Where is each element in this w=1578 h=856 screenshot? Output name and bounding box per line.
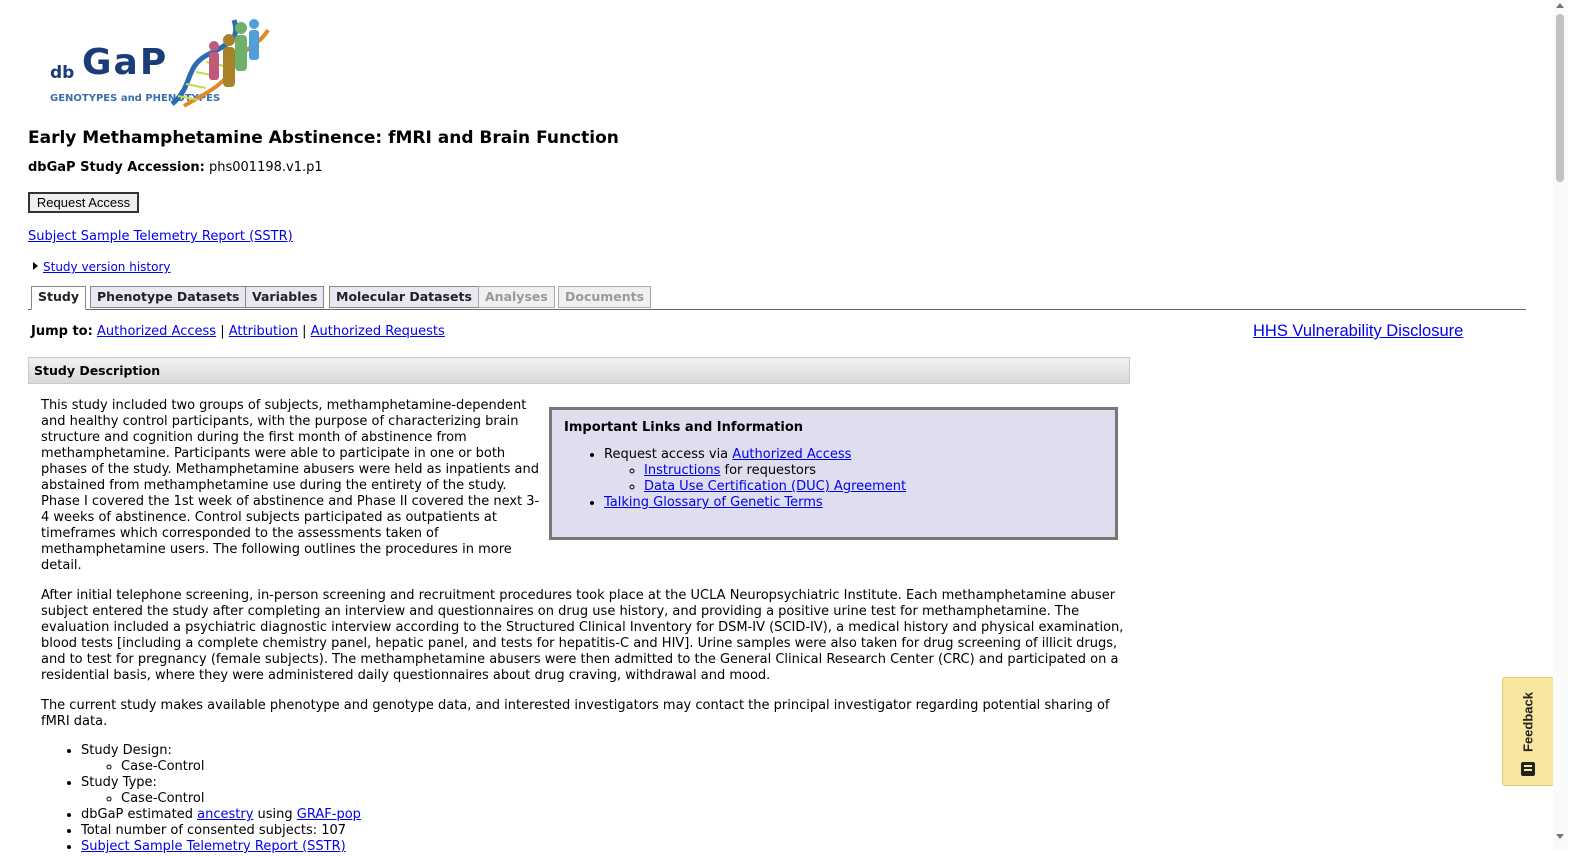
scroll-down-arrow-icon[interactable] — [1556, 834, 1564, 839]
tab-documents: Documents — [558, 286, 652, 308]
feedback-form-icon — [1521, 762, 1535, 776]
feedback-button[interactable]: Feedback — [1502, 677, 1554, 786]
authorized-access-link[interactable]: Authorized Access — [732, 447, 851, 462]
glossary-item: Talking Glossary of Genetic Terms — [604, 495, 1103, 511]
tab-molecular-datasets[interactable]: Molecular Datasets — [329, 286, 479, 308]
ancestry-mid: using — [257, 807, 293, 822]
graf-pop-link[interactable]: GRAF-pop — [297, 807, 361, 822]
logo-gap-text: GaP — [82, 42, 169, 83]
sstr-list-link[interactable]: Subject Sample Telemetry Report (SSTR) — [81, 839, 346, 854]
ancestry-link[interactable]: ancestry — [197, 807, 253, 822]
description-paragraph: After initial telephone screening, in-pe… — [41, 588, 1124, 683]
important-links-box: Important Links and Information Request … — [549, 407, 1118, 540]
jump-authorized-requests-link[interactable]: Authorized Requests — [311, 324, 445, 339]
duc-agreement-link[interactable]: Data Use Certification (DUC) Agreement — [644, 479, 906, 494]
tab-study[interactable]: Study — [31, 286, 86, 310]
instructions-item: Instructions for requestors — [644, 463, 1103, 479]
important-links-heading: Important Links and Information — [564, 420, 804, 435]
accession-value: phs001198.v1.p1 — [209, 160, 323, 175]
instructions-link[interactable]: Instructions — [644, 463, 720, 478]
jump-separator: | — [220, 324, 225, 339]
tab-phenotype-datasets[interactable]: Phenotype Datasets — [90, 286, 247, 308]
ancestry-prefix: dbGaP estimated — [81, 807, 193, 822]
study-design-item: Study Design: Case-Control — [81, 743, 1126, 775]
study-facts-list: Study Design: Case-Control Study Type: C… — [41, 743, 1126, 855]
dna-people-icon — [170, 19, 270, 108]
sstr-list-item: Subject Sample Telemetry Report (SSTR) — [81, 839, 1126, 855]
request-access-item: Request access via Authorized Access Ins… — [604, 447, 1103, 495]
vertical-scrollbar[interactable] — [1553, 0, 1568, 850]
instructions-suffix: for requestors — [724, 463, 817, 478]
scrollbar-thumb[interactable] — [1556, 14, 1564, 182]
study-accession: dbGaP Study Accession: phs001198.v1.p1 — [28, 160, 323, 175]
page-title: Early Methamphetamine Abstinence: fMRI a… — [28, 128, 619, 148]
duc-item: Data Use Certification (DUC) Agreement — [644, 479, 1103, 495]
study-type-value: Case-Control — [121, 791, 1126, 807]
jump-to-nav: Jump to: Authorized Access | Attribution… — [31, 324, 445, 339]
talking-glossary-link[interactable]: Talking Glossary of Genetic Terms — [604, 495, 823, 510]
logo-db-text: db — [50, 63, 75, 83]
study-version-history-link[interactable]: Study version history — [43, 260, 171, 274]
study-type-label: Study Type: — [81, 775, 157, 790]
study-version-history[interactable]: Study version history — [33, 260, 171, 274]
description-paragraph: This study included two groups of subjec… — [41, 398, 540, 573]
study-type-item: Study Type: Case-Control — [81, 775, 1126, 807]
request-access-prefix: Request access via — [604, 447, 729, 462]
study-tabs: Study Phenotype Datasets Variables Molec… — [28, 286, 1526, 310]
ancestry-item: dbGaP estimated ancestry using GRAF-pop — [81, 807, 1126, 823]
subjects-count: Total number of consented subjects: 107 — [81, 823, 1126, 839]
accession-label: dbGaP Study Accession: — [28, 160, 205, 175]
jump-attribution-link[interactable]: Attribution — [229, 324, 298, 339]
jump-separator: | — [302, 324, 307, 339]
study-design-label: Study Design: — [81, 743, 172, 758]
sstr-link[interactable]: Subject Sample Telemetry Report (SSTR) — [28, 229, 293, 244]
dbgap-logo[interactable]: db GaP GENOTYPES and PHENOTYPES — [48, 16, 274, 108]
request-access-button[interactable]: Request Access — [28, 192, 139, 213]
jump-to-label: Jump to: — [31, 324, 93, 339]
study-design-value: Case-Control — [121, 759, 1126, 775]
description-paragraph: The current study makes available phenot… — [41, 698, 1110, 729]
scroll-up-arrow-icon[interactable] — [1556, 3, 1564, 8]
feedback-label: Feedback — [1520, 692, 1536, 752]
study-description-heading: Study Description — [28, 357, 1130, 384]
hhs-vulnerability-disclosure-link[interactable]: HHS Vulnerability Disclosure — [1253, 322, 1463, 341]
tab-variables[interactable]: Variables — [245, 286, 325, 308]
jump-authorized-access-link[interactable]: Authorized Access — [97, 324, 216, 339]
important-links-list: Request access via Authorized Access Ins… — [564, 447, 1103, 511]
tab-analyses: Analyses — [478, 286, 555, 308]
disclosure-triangle-icon[interactable] — [33, 262, 38, 270]
